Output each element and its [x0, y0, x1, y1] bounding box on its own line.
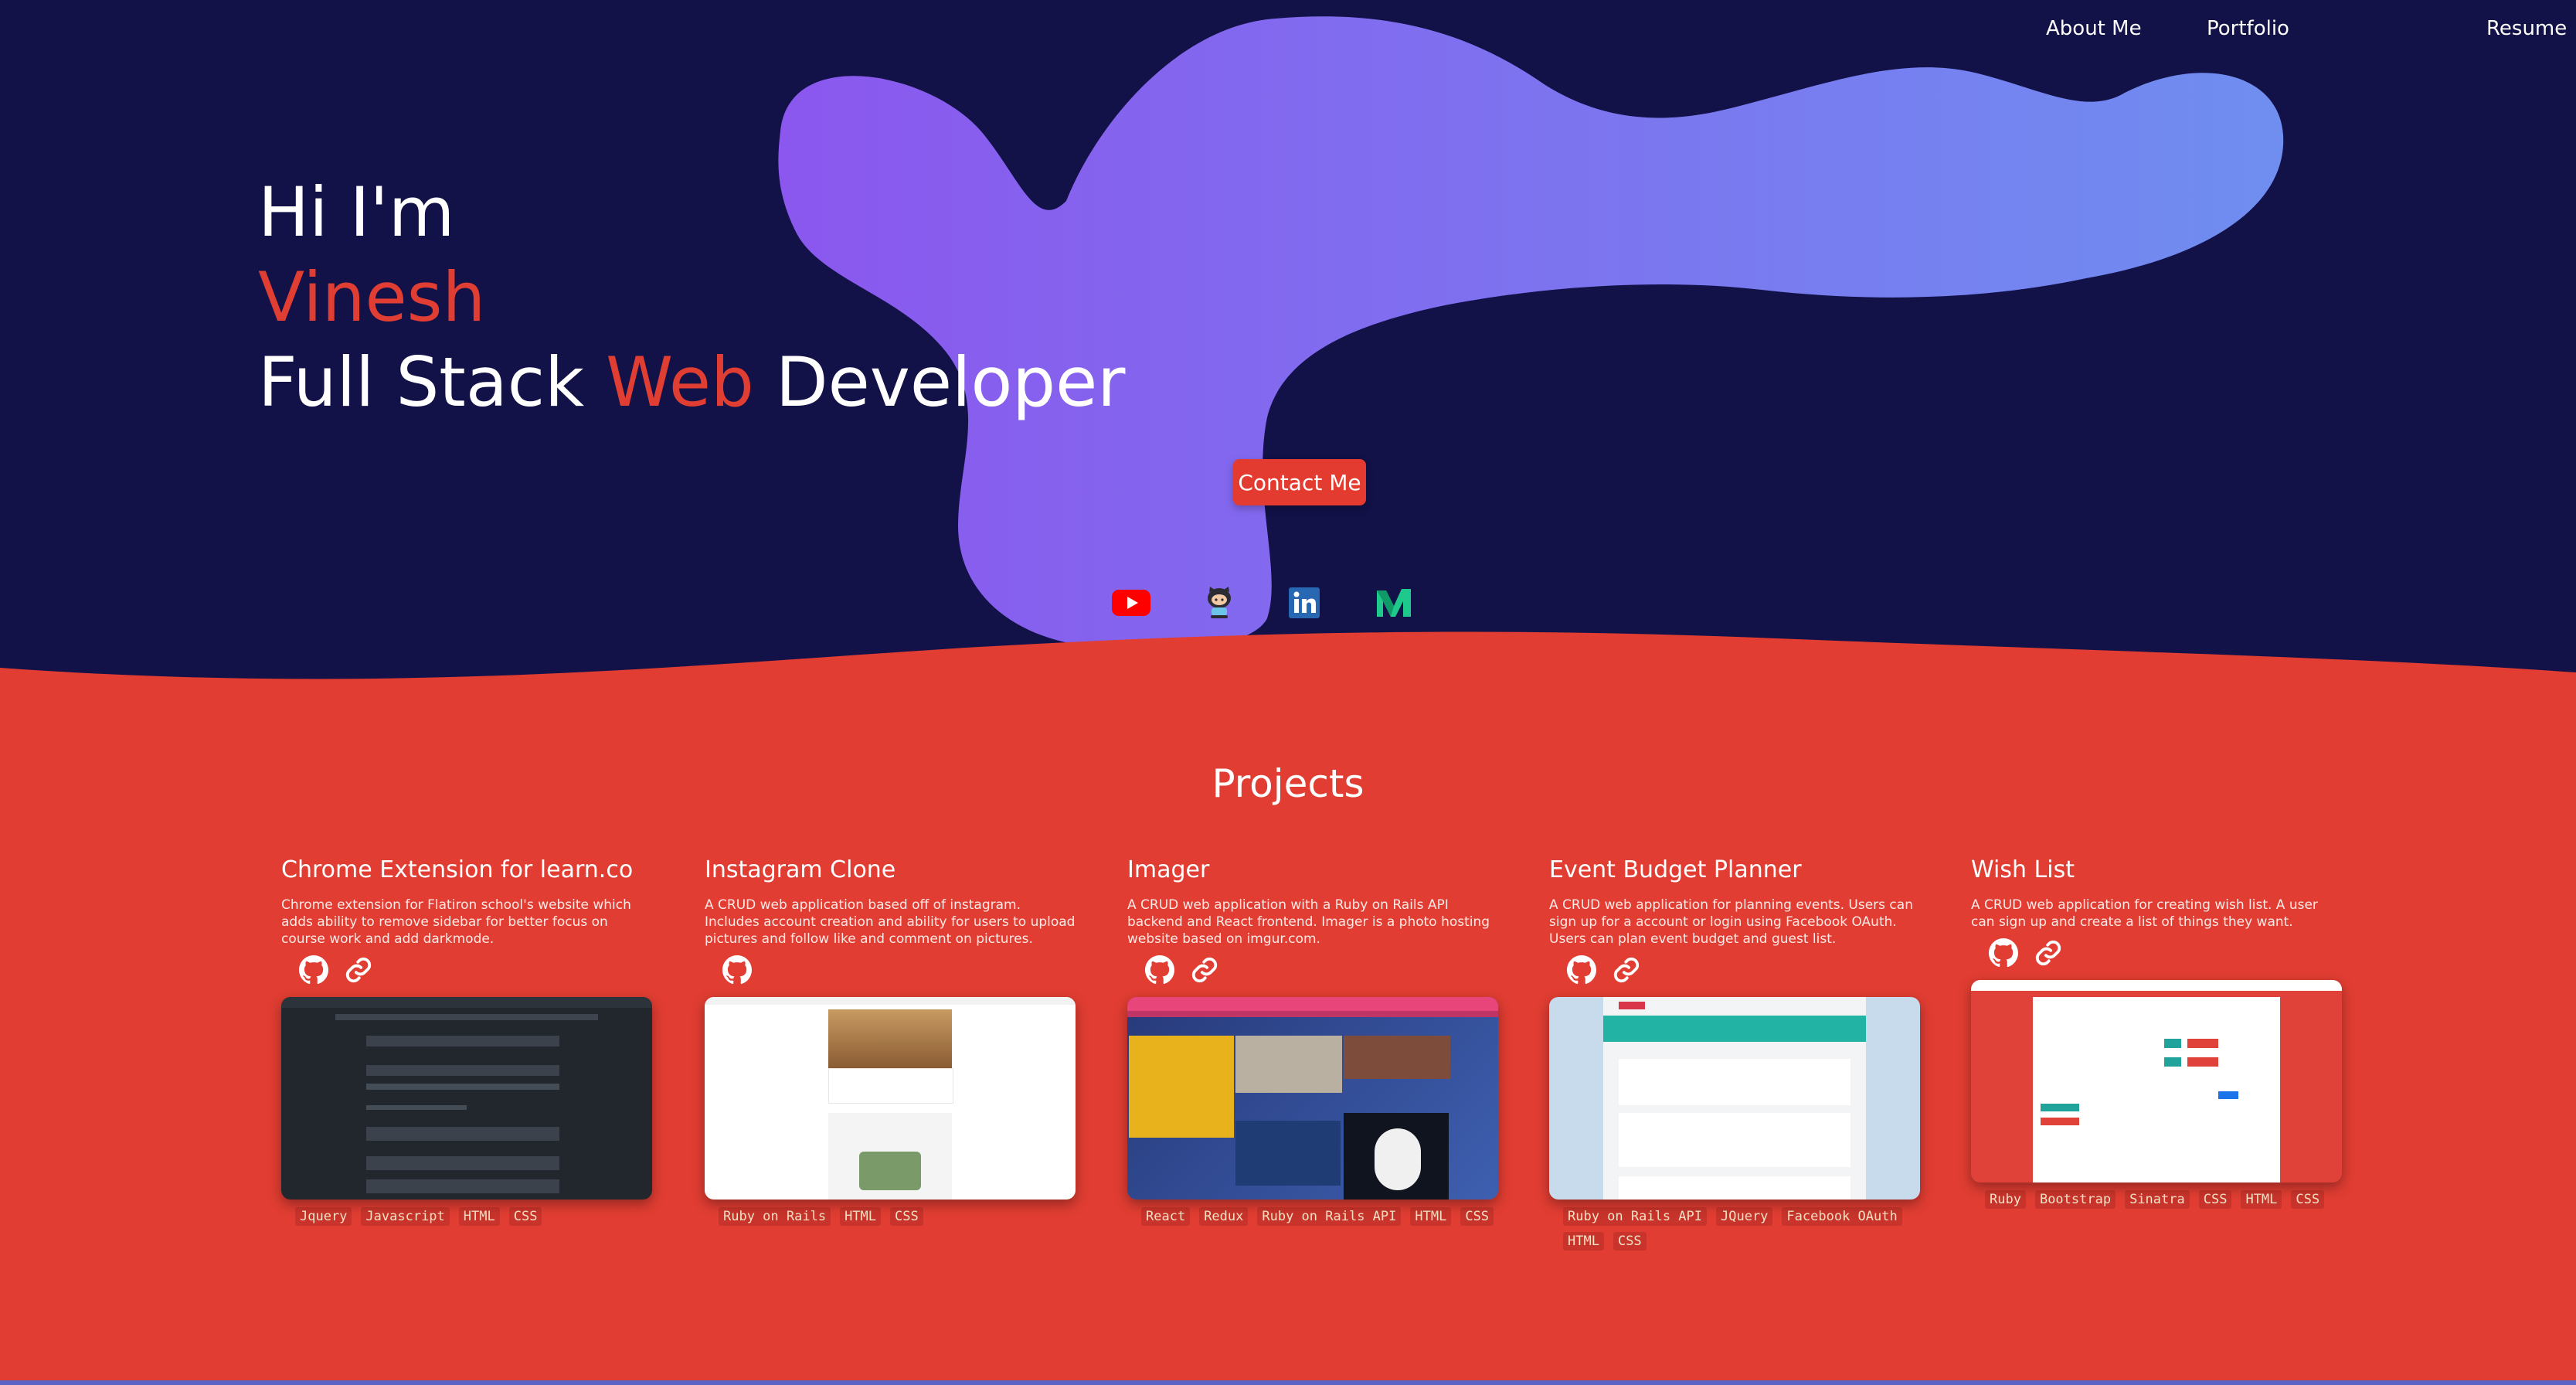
- link-icon[interactable]: [1611, 955, 1642, 985]
- medium-icon[interactable]: [1372, 581, 1415, 624]
- project-links: [1127, 951, 1498, 989]
- project-links: [1549, 951, 1920, 989]
- tag: HTML: [1410, 1207, 1452, 1226]
- tag: Javascript: [361, 1207, 450, 1226]
- tag: HTML: [1563, 1232, 1604, 1251]
- nav-resume-link[interactable]: Resume: [2486, 17, 2567, 40]
- tag: CSS: [890, 1207, 923, 1226]
- tag: HTML: [840, 1207, 882, 1226]
- tag: Facebook OAuth: [1782, 1207, 1902, 1226]
- tag: CSS: [1460, 1207, 1494, 1226]
- project-card: Instagram Clone A CRUD web application b…: [705, 856, 1076, 1226]
- project-card: Wish List A CRUD web application for cre…: [1971, 856, 2342, 1209]
- github-icon[interactable]: [1566, 955, 1597, 985]
- hero-heading: Hi I'm Vinesh Full Stack Web Developer: [258, 170, 1125, 425]
- project-title: Instagram Clone: [705, 856, 896, 883]
- tag: CSS: [508, 1207, 542, 1226]
- project-description: A CRUD web application with a Ruby on Ra…: [1127, 897, 1490, 947]
- project-tags: Jquery Javascript HTML CSS: [281, 1207, 652, 1226]
- project-screenshot[interactable]: [1549, 997, 1920, 1200]
- github-icon[interactable]: [722, 955, 753, 985]
- project-card: Imager A CRUD web application with a Rub…: [1127, 856, 1498, 1226]
- project-tags: Ruby on Rails API JQuery Facebook OAuth …: [1549, 1207, 1920, 1251]
- tag: HTML: [458, 1207, 500, 1226]
- tag: Bootstrap: [2034, 1190, 2116, 1209]
- project-description: Chrome extension for Flatiron school's w…: [281, 897, 631, 947]
- project-title: Chrome Extension for learn.co: [281, 856, 634, 883]
- nav-about-me-link[interactable]: About Me: [2046, 17, 2142, 40]
- hero-role-part2: Developer: [753, 342, 1126, 422]
- hero-role-part1: Full Stack: [258, 342, 607, 422]
- project-tags: Ruby on Rails HTML CSS: [705, 1207, 1076, 1226]
- project-title: Wish List: [1971, 856, 2075, 883]
- nav-portfolio-link[interactable]: Portfolio: [2207, 17, 2289, 40]
- project-title: Event Budget Planner: [1549, 856, 1802, 883]
- tag: JQuery: [1716, 1207, 1773, 1226]
- link-icon[interactable]: [1189, 955, 1220, 985]
- linkedin-icon[interactable]: [1283, 581, 1326, 624]
- top-navigation: About Me Portfolio Resume: [2035, 17, 2576, 63]
- hero-greeting: Hi I'm: [258, 172, 455, 252]
- project-links: [281, 951, 652, 989]
- projects-heading: Projects: [1212, 761, 1364, 806]
- project-tags: Ruby Bootstrap Sinatra CSS HTML CSS: [1971, 1190, 2342, 1209]
- tag: Redux: [1199, 1207, 1249, 1226]
- tag: CSS: [1613, 1232, 1647, 1251]
- youtube-icon[interactable]: [1110, 581, 1153, 624]
- tag: Sinatra: [2125, 1190, 2190, 1209]
- hero-role-accent: Web: [606, 342, 754, 422]
- link-icon[interactable]: [2033, 938, 2064, 968]
- tag: Ruby on Rails API: [1257, 1207, 1402, 1226]
- hero-role: Full Stack Web Developer: [258, 340, 1125, 425]
- project-card: Event Budget Planner A CRUD web applicat…: [1549, 856, 1920, 1251]
- tag: HTML: [2241, 1190, 2282, 1209]
- github-icon[interactable]: [1988, 938, 2019, 968]
- tag: Ruby: [1985, 1190, 2026, 1209]
- project-tags: React Redux Ruby on Rails API HTML CSS: [1127, 1207, 1498, 1226]
- hero-name: Vinesh: [258, 257, 486, 337]
- tag: React: [1141, 1207, 1191, 1226]
- project-screenshot[interactable]: [281, 997, 652, 1200]
- github-octocat-icon[interactable]: [1198, 581, 1241, 624]
- project-card: Chrome Extension for learn.co Chrome ext…: [281, 856, 652, 1226]
- project-links: [1971, 934, 2342, 972]
- bottom-border: [0, 1380, 2576, 1385]
- tag: Ruby on Rails: [719, 1207, 831, 1226]
- tag: CSS: [2291, 1190, 2325, 1209]
- tag: Ruby on Rails API: [1563, 1207, 1707, 1226]
- project-screenshot[interactable]: [705, 997, 1076, 1200]
- link-icon[interactable]: [343, 955, 374, 985]
- project-links: [705, 951, 1076, 989]
- project-description: A CRUD web application for planning even…: [1549, 897, 1913, 947]
- project-screenshot[interactable]: [1971, 980, 2342, 1183]
- project-description: A CRUD web application based off of inst…: [705, 897, 1076, 947]
- tag: CSS: [2198, 1190, 2232, 1209]
- github-icon[interactable]: [298, 955, 329, 985]
- github-icon[interactable]: [1144, 955, 1175, 985]
- project-screenshot[interactable]: [1127, 997, 1498, 1200]
- contact-me-button[interactable]: Contact Me: [1233, 459, 1366, 505]
- project-description: A CRUD web application for creating wish…: [1971, 897, 2318, 930]
- project-title: Imager: [1127, 856, 1210, 883]
- tag: Jquery: [295, 1207, 352, 1226]
